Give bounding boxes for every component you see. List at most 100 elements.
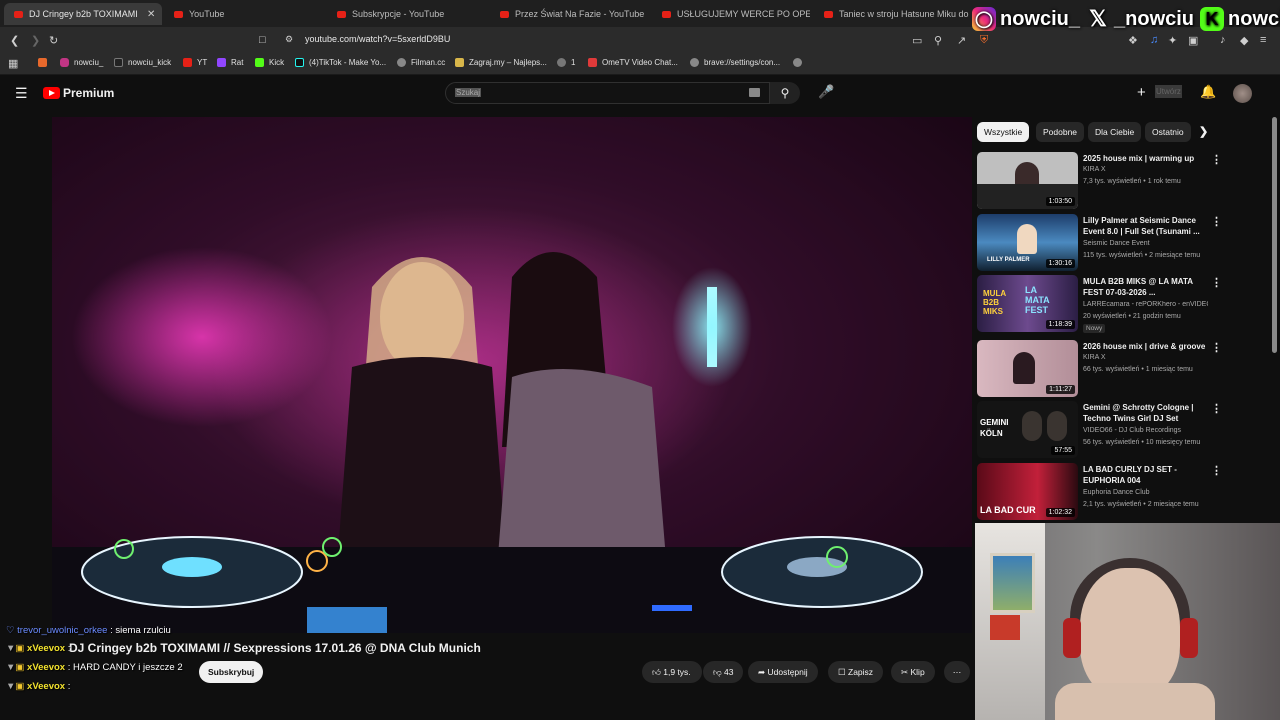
video-title[interactable]: Gemini @ Schrotty Cologne | Techno Twins…: [1083, 402, 1208, 424]
search-button[interactable]: ⚲: [770, 82, 800, 104]
audio-icon[interactable]: ♫: [1150, 34, 1158, 46]
channel-name[interactable]: VIDEO66 - DJ Club Recordings: [1083, 427, 1181, 434]
forward-icon[interactable]: ❯: [31, 34, 40, 47]
more-options-icon[interactable]: ⋮: [1211, 341, 1222, 354]
tab-taniec[interactable]: Taniec w stroju Hatsune Miku do ult: [824, 3, 970, 25]
channel-name[interactable]: Seismic Dance Event: [1083, 240, 1150, 247]
x-icon: [114, 58, 123, 67]
search-input[interactable]: Szukaj: [445, 82, 770, 104]
bookmark-item[interactable]: YT: [183, 58, 207, 67]
close-tab-icon[interactable]: ✕: [147, 9, 155, 20]
bookmark-item[interactable]: Rat: [217, 58, 243, 67]
reload-icon[interactable]: ↻: [49, 34, 58, 47]
notifications-bell-icon[interactable]: 🔔: [1200, 84, 1216, 100]
video-title[interactable]: MULA B2B MIKS @ LA MATA FEST 07-03-2026 …: [1083, 276, 1208, 298]
like-button[interactable]: 👍︎ 1,9 tys.: [642, 661, 702, 683]
bookmark-item[interactable]: Kick: [255, 58, 284, 67]
recommendation-item[interactable]: MULA B2B MIKS LA MATA FEST 1:18:39 MULA B2B …: [977, 275, 1267, 333]
chip-recent[interactable]: Ostatnio: [1145, 122, 1191, 142]
bookmark-icon[interactable]: □: [259, 34, 266, 46]
bookmark-item[interactable]: 1: [557, 58, 575, 67]
more-options-icon[interactable]: ⋮: [1211, 402, 1222, 415]
zoom-icon[interactable]: ⚲: [934, 34, 942, 47]
back-icon[interactable]: ❮: [10, 34, 19, 47]
bookmark-item[interactable]: Zagraj.my – Najleps...: [455, 58, 547, 67]
site-info-icon[interactable]: ⚙: [285, 34, 293, 45]
keyboard-icon[interactable]: [749, 88, 760, 97]
chips-next-icon[interactable]: ❯: [1199, 125, 1208, 138]
bookmark-globe[interactable]: [793, 58, 807, 67]
bookmark-item[interactable]: brave://settings/con...: [690, 58, 780, 67]
hamburger-menu-icon[interactable]: ☰: [15, 85, 28, 102]
tab-przez-swiat[interactable]: Przez Świat Na Fazie - YouTube: [500, 3, 650, 25]
thumbnail[interactable]: 1:03:50: [977, 152, 1078, 209]
thumbnail[interactable]: MULA B2B MIKS LA MATA FEST 1:18:39: [977, 275, 1078, 332]
create-label[interactable]: Utwórz: [1155, 85, 1182, 98]
recommendation-item[interactable]: 1:03:50 2025 house mix | warming up KIRA…: [977, 152, 1267, 210]
tab-youtube[interactable]: YouTube: [174, 3, 324, 25]
youtube-favicon-icon: [174, 10, 183, 18]
bookmark-item[interactable]: Filman.cc: [397, 58, 445, 67]
shield-icon[interactable]: ◆: [1240, 34, 1248, 47]
video-title[interactable]: LA BAD CURLY DJ SET - EUPHORIA 004: [1083, 464, 1208, 486]
url-field[interactable]: youtube.com/watch?v=5sxerldD9BU: [305, 34, 450, 44]
share-page-icon[interactable]: ↗: [957, 34, 966, 47]
video-player[interactable]: [52, 117, 972, 633]
tab-label: YouTube: [189, 9, 225, 19]
bookmark-label: brave://settings/con...: [704, 58, 781, 67]
share-button[interactable]: ➦ Udostępnij: [748, 661, 818, 683]
video-title[interactable]: 2026 house mix | drive & groove: [1083, 341, 1208, 352]
bookmark-item[interactable]: (4)TikTok - Make Yo...: [295, 58, 386, 67]
video-title[interactable]: 2025 house mix | warming up: [1083, 153, 1208, 164]
channel-name[interactable]: KIRA X: [1083, 166, 1106, 173]
extension-icon[interactable]: ❖: [1128, 34, 1138, 47]
scrollbar-thumb[interactable]: [1272, 117, 1277, 353]
chip-all[interactable]: Wszystkie: [977, 122, 1030, 142]
chip-for-you[interactable]: Dla Ciebie: [1088, 122, 1142, 142]
tab-uslugujemy[interactable]: USŁUGUJEMY WERCE PO OPERACJI (: [662, 3, 810, 25]
avatar[interactable]: [1233, 84, 1252, 103]
more-options-icon[interactable]: ⋮: [1211, 276, 1222, 289]
tab-active[interactable]: DJ Cringey b2b TOXIMAMI // Se ✕: [4, 3, 162, 25]
apps-grid-icon[interactable]: ▦: [8, 57, 18, 70]
recommendation-item[interactable]: 1:11:27 2026 house mix | drive & groove …: [977, 340, 1267, 398]
chip-related[interactable]: Podobne: [1036, 122, 1085, 142]
sidebar-icon[interactable]: ▣: [1188, 34, 1198, 47]
bookmark-item[interactable]: nowciu_kick: [114, 58, 171, 67]
dislike-button[interactable]: 👎︎ 43: [703, 661, 743, 683]
microphone-icon[interactable]: 🎤: [818, 84, 834, 100]
cast-icon[interactable]: ▭: [912, 34, 922, 47]
thumbnail[interactable]: GEMINI KÖLN 57:55: [977, 401, 1078, 458]
bookmark-rss[interactable]: [38, 58, 52, 67]
recommendation-item[interactable]: GEMINI KÖLN 57:55 Gemini @ Schrotty Colog…: [977, 401, 1267, 459]
channel-name[interactable]: LARREcamara - rePORKhero - enVIDEOc...: [1083, 301, 1208, 308]
brave-shield-icon[interactable]: ⛨: [980, 34, 988, 47]
save-button[interactable]: ☐ Zapisz: [828, 661, 884, 683]
more-options-icon[interactable]: ⋮: [1211, 464, 1222, 477]
clip-button[interactable]: ✂ Klip: [891, 661, 935, 683]
recommendation-item[interactable]: LILLY PALMER 1:30:16 Lilly Palmer at Sei…: [977, 214, 1267, 272]
music-icon[interactable]: ♪: [1220, 34, 1226, 46]
duration-badge: 57:55: [1051, 446, 1075, 455]
thumbnail[interactable]: 1:11:27: [977, 340, 1078, 397]
thumbnail-figure: [1017, 224, 1037, 254]
more-actions-button[interactable]: ⋯: [944, 661, 970, 683]
tab-subscriptions[interactable]: Subskrypcje - YouTube: [337, 3, 487, 25]
create-plus-icon[interactable]: +: [1137, 84, 1146, 101]
thumbnail-figure: [1047, 411, 1067, 441]
thumbnail[interactable]: LILLY PALMER 1:30:16: [977, 214, 1078, 271]
bookmark-item[interactable]: nowciu_: [60, 58, 103, 67]
bookmark-item[interactable]: OmeTV Video Chat...: [588, 58, 678, 67]
thumbnail[interactable]: LA BAD CUR 1:02:32: [977, 463, 1078, 520]
subscribe-button[interactable]: Subskrybuj: [199, 661, 264, 683]
puzzle-icon[interactable]: ✦: [1168, 34, 1177, 47]
heart-icon: ♡: [6, 625, 15, 636]
channel-name[interactable]: KIRA X: [1083, 354, 1106, 361]
recommendation-item[interactable]: LA BAD CUR 1:02:32 LA BAD CURLY DJ SET -…: [977, 463, 1267, 521]
channel-name[interactable]: Euphoria Dance Club: [1083, 489, 1150, 496]
menu-icon[interactable]: ≡: [1260, 34, 1266, 46]
more-options-icon[interactable]: ⋮: [1211, 215, 1222, 228]
video-title[interactable]: Lilly Palmer at Seismic Dance Event 8.0 …: [1083, 215, 1208, 237]
youtube-logo[interactable]: Premium: [43, 86, 114, 100]
more-options-icon[interactable]: ⋮: [1211, 153, 1222, 166]
